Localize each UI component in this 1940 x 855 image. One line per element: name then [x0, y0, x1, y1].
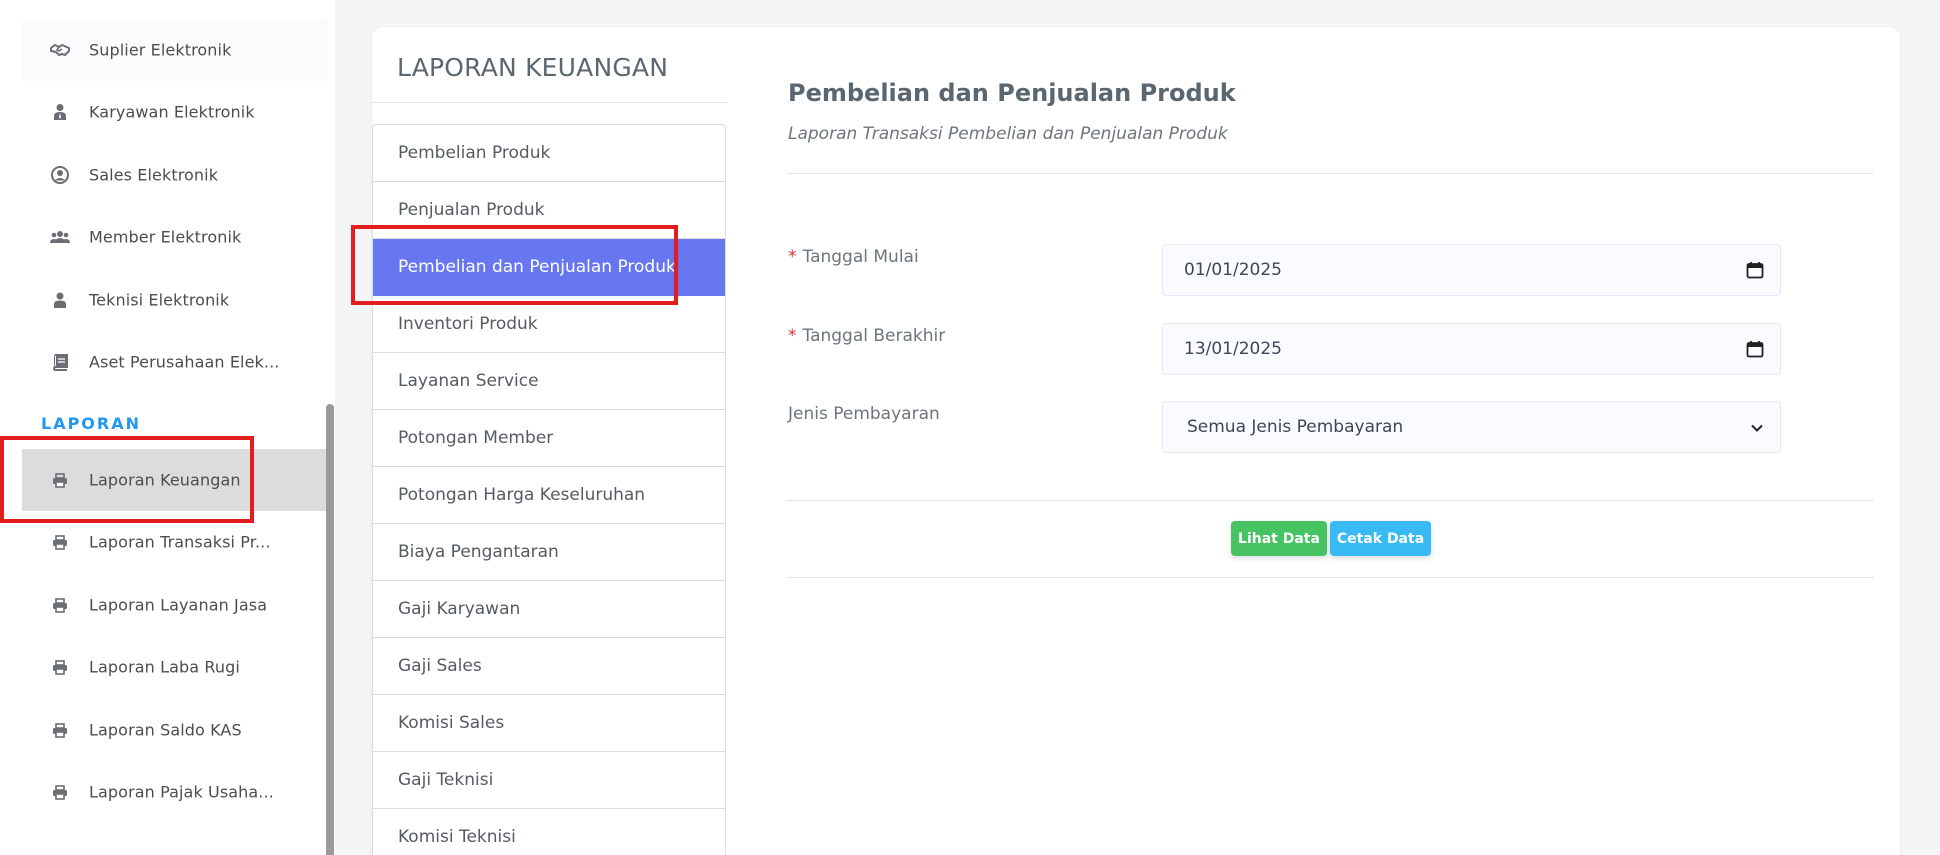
sidebar-item-laporan-layanan-jasa[interactable]: Laporan Layanan Jasa — [22, 574, 327, 636]
sidebar-item-karyawan-elektronik[interactable]: Karyawan Elektronik — [22, 81, 327, 143]
users-icon — [50, 227, 70, 247]
sidebar-item-sales-elektronik[interactable]: Sales Elektronik — [22, 144, 327, 206]
sidebar-item-label: Aset Perusahaan Elek... — [89, 352, 280, 372]
sidebar-item-suplier-elektronik[interactable]: Suplier Elektronik — [22, 19, 327, 81]
sidebar-item-teknisi-elektronik[interactable]: Teknisi Elektronik — [22, 269, 327, 331]
report-item-layanan-service[interactable]: Layanan Service — [373, 353, 725, 410]
book-icon — [50, 352, 70, 372]
sidebar-scrollbar[interactable] — [326, 404, 334, 855]
report-item-potongan-harga-keseluruhan[interactable]: Potongan Harga Keseluruhan — [373, 467, 725, 524]
report-item-penjualan-produk[interactable]: Penjualan Produk — [373, 182, 725, 239]
report-item-komisi-teknisi[interactable]: Komisi Teknisi — [373, 809, 725, 855]
printer-icon — [50, 720, 70, 740]
card-title: LAPORAN KEUANGAN — [397, 53, 669, 82]
report-item-pembelian-dan-penjualan-produk[interactable]: Pembelian dan Penjualan Produk — [373, 239, 725, 296]
payment-type-select[interactable]: Semua Jenis Pembayaran — [1162, 401, 1781, 453]
sidebar-item-label: Laporan Layanan Jasa — [89, 595, 268, 615]
report-item-gaji-teknisi[interactable]: Gaji Teknisi — [373, 752, 725, 809]
start-date-label: * Tanggal Mulai — [788, 247, 919, 267]
printer-icon — [50, 470, 70, 490]
end-date-label: * Tanggal Berakhir — [788, 326, 946, 346]
divider — [787, 173, 1874, 174]
sidebar-item-label: Sales Elektronik — [89, 165, 219, 185]
sidebar-item-laporan-keuangan[interactable]: Laporan Keuangan — [22, 449, 327, 511]
sidebar-item-laporan-saldo-kas[interactable]: Laporan Saldo KAS — [22, 699, 327, 761]
user-tie-icon — [50, 102, 70, 122]
report-item-inventori-produk[interactable]: Inventori Produk — [373, 296, 725, 353]
sidebar-item-label: Laporan Keuangan — [89, 470, 241, 490]
report-item-komisi-sales[interactable]: Komisi Sales — [373, 695, 725, 752]
view-data-button[interactable]: Lihat Data — [1231, 521, 1327, 556]
report-item-potongan-member[interactable]: Potongan Member — [373, 410, 725, 467]
app-sidebar: Suplier Elektronik Karyawan Elektronik S… — [0, 0, 335, 855]
printer-icon — [50, 782, 70, 802]
calendar-icon[interactable] — [1746, 340, 1764, 358]
content-subtitle: Laporan Transaksi Pembelian dan Penjuala… — [788, 124, 1228, 144]
sidebar-item-member-elektronik[interactable]: Member Elektronik — [22, 206, 327, 268]
chevron-down-icon — [1750, 420, 1764, 434]
sidebar-item-label: Teknisi Elektronik — [89, 290, 230, 310]
sidebar-item-laporan-pajak-usaha[interactable]: Laporan Pajak Usaha... — [22, 761, 327, 823]
sidebar-item-label: Laporan Transaksi Pr... — [89, 532, 271, 552]
payment-type-value: Semua Jenis Pembayaran — [1187, 417, 1404, 437]
report-item-gaji-sales[interactable]: Gaji Sales — [373, 638, 725, 695]
printer-icon — [50, 657, 70, 677]
user-circle-icon — [50, 165, 70, 185]
required-mark: * — [788, 247, 797, 267]
required-mark: * — [788, 326, 797, 346]
end-date-input[interactable]: 13/01/2025 — [1162, 323, 1781, 375]
payment-type-label: Jenis Pembayaran — [788, 404, 940, 424]
report-list: Pembelian Produk Penjualan Produk Pembel… — [372, 124, 726, 855]
report-card: LAPORAN KEUANGAN Pembelian Produk Penjua… — [372, 27, 1900, 855]
calendar-icon[interactable] — [1746, 261, 1764, 279]
user-icon — [50, 290, 70, 310]
divider — [372, 102, 727, 103]
start-date-value: 01/01/2025 — [1184, 260, 1282, 280]
sidebar-item-label: Suplier Elektronik — [89, 40, 232, 60]
sidebar-item-label: Laporan Pajak Usaha... — [89, 782, 274, 802]
printer-icon — [50, 595, 70, 615]
sidebar-item-label: Laporan Laba Rugi — [89, 657, 240, 677]
sidebar-section-laporan: LAPORAN — [41, 414, 141, 433]
divider — [787, 577, 1874, 578]
report-item-gaji-karyawan[interactable]: Gaji Karyawan — [373, 581, 725, 638]
printer-icon — [50, 532, 70, 552]
end-date-value: 13/01/2025 — [1184, 339, 1282, 359]
divider — [787, 500, 1874, 501]
sidebar-item-aset-perusahaan[interactable]: Aset Perusahaan Elek... — [22, 331, 327, 393]
report-item-biaya-pengantaran[interactable]: Biaya Pengantaran — [373, 524, 725, 581]
sidebar-item-laporan-laba-rugi[interactable]: Laporan Laba Rugi — [22, 636, 327, 698]
start-date-input[interactable]: 01/01/2025 — [1162, 244, 1781, 296]
sidebar-item-label: Laporan Saldo KAS — [89, 720, 242, 740]
print-data-button[interactable]: Cetak Data — [1330, 521, 1431, 556]
page-scrollbar[interactable] — [1928, 0, 1940, 855]
content-title: Pembelian dan Penjualan Produk — [788, 79, 1236, 107]
handshake-icon — [50, 40, 70, 60]
sidebar-item-label: Karyawan Elektronik — [89, 102, 255, 122]
report-item-pembelian-produk[interactable]: Pembelian Produk — [373, 125, 725, 182]
sidebar-item-laporan-transaksi[interactable]: Laporan Transaksi Pr... — [22, 511, 327, 573]
sidebar-item-label: Member Elektronik — [89, 227, 242, 247]
